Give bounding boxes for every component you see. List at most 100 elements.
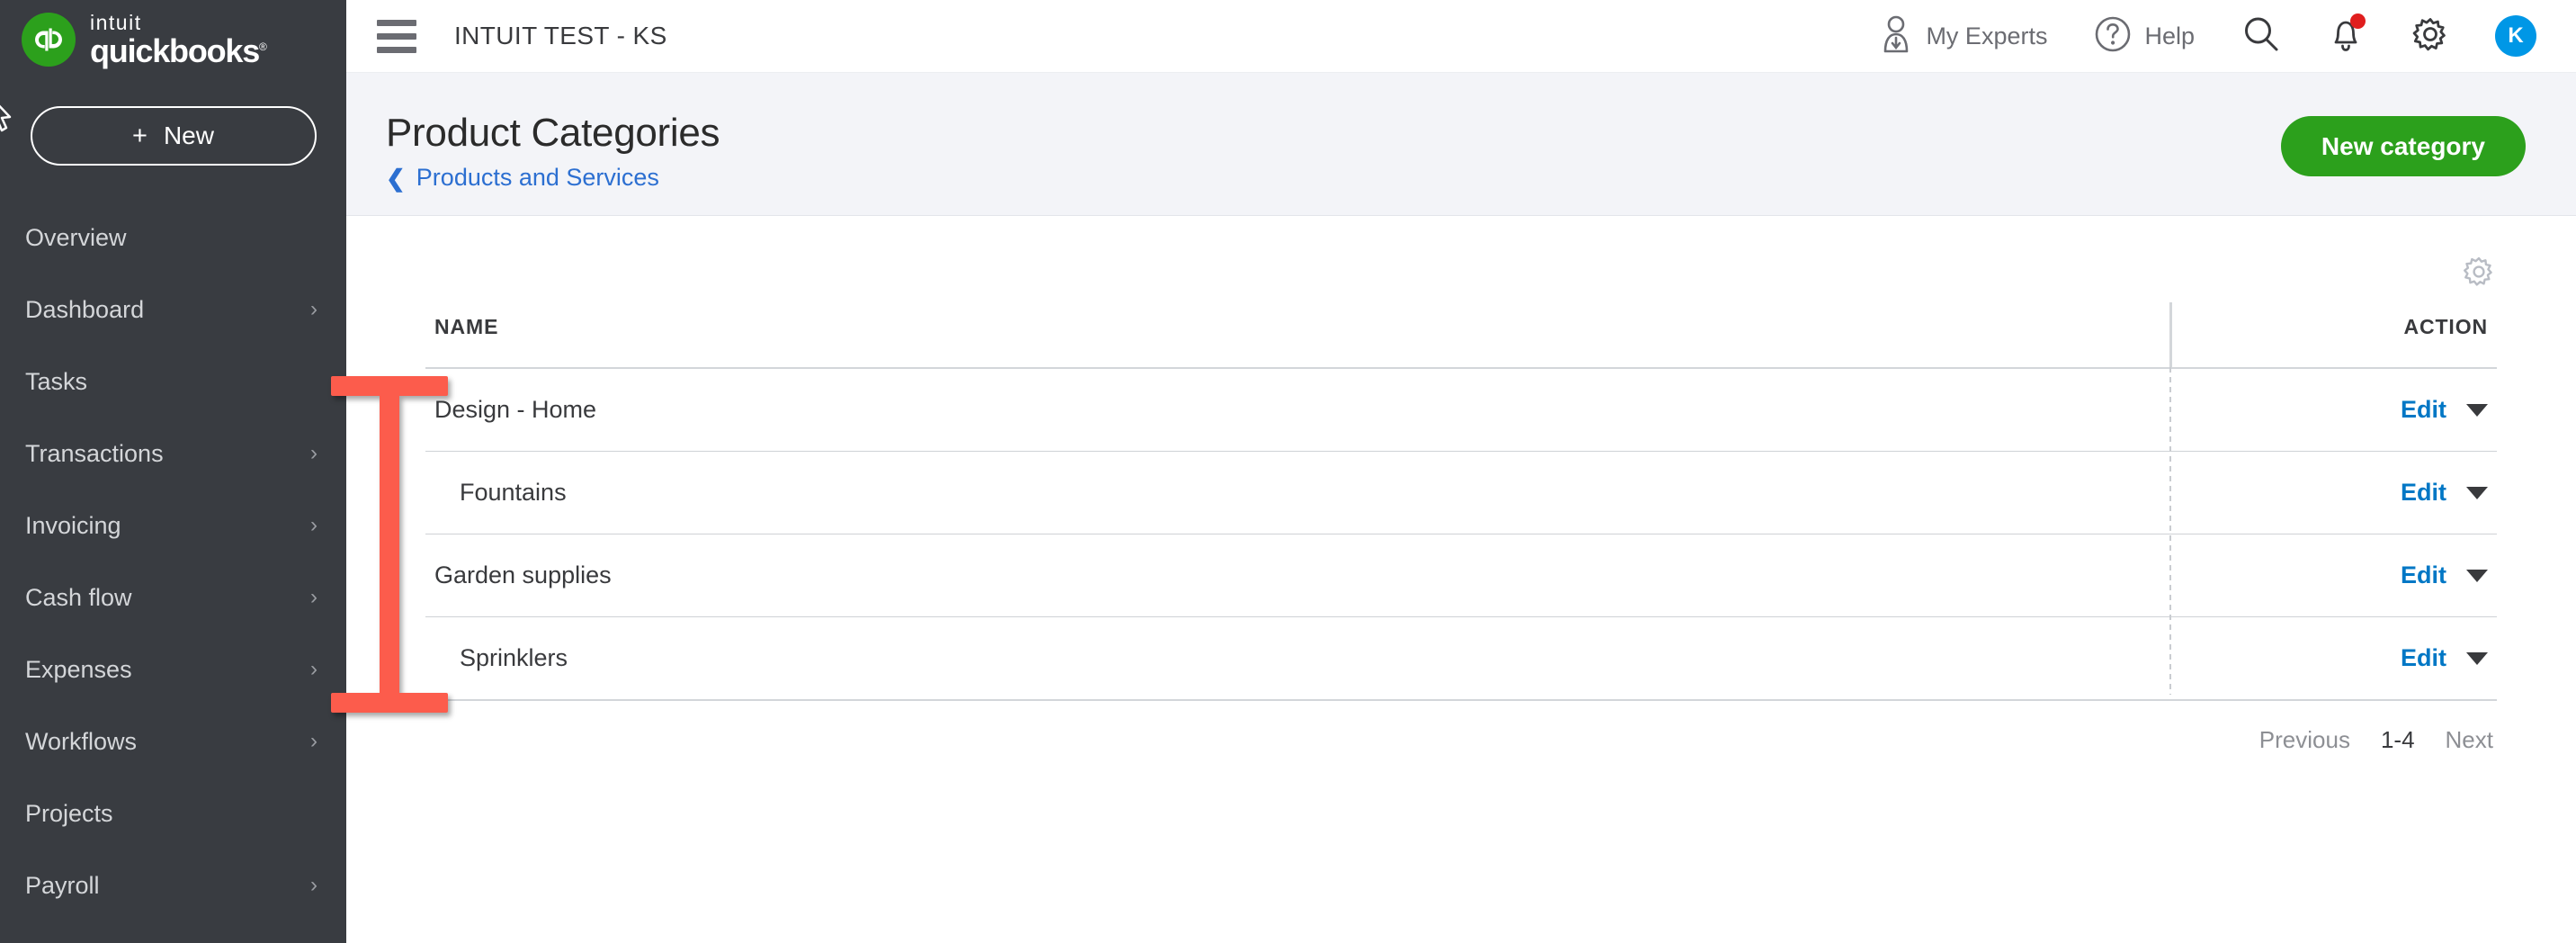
- caret-down-icon[interactable]: [2466, 486, 2488, 499]
- top-bar: INTUIT TEST - KS My Experts Help K: [346, 0, 2576, 73]
- edit-action-group: Edit: [2401, 644, 2488, 672]
- edit-link[interactable]: Edit: [2401, 396, 2446, 424]
- sidebar-item-label: Payroll: [25, 871, 100, 899]
- sidebar-item-transactions[interactable]: Transactions ›: [0, 418, 346, 489]
- category-name: Fountains: [460, 479, 567, 506]
- row-action-cell: Edit: [2169, 479, 2497, 507]
- breadcrumb-products-and-services[interactable]: ❮ Products and Services: [386, 164, 720, 192]
- column-header-action: ACTION: [2403, 315, 2488, 338]
- sidebar-item-label: Expenses: [25, 655, 132, 683]
- sidebar-item-dashboard[interactable]: Dashboard ›: [0, 274, 346, 346]
- category-name-cell: Sprinklers: [425, 644, 2169, 672]
- user-avatar[interactable]: K: [2495, 15, 2536, 57]
- chevron-right-icon: ›: [310, 873, 318, 897]
- sidebar-item-label: Cash flow: [25, 583, 132, 611]
- chevron-right-icon: ›: [310, 585, 318, 609]
- table-toolbar: [346, 216, 2576, 290]
- edit-action-group: Edit: [2401, 396, 2488, 424]
- sidebar-item-label: Tasks: [25, 367, 88, 395]
- sidebar-item-expenses[interactable]: Expenses ›: [0, 633, 346, 705]
- my-experts-label: My Experts: [1926, 22, 2048, 49]
- sidebar-item-payroll[interactable]: Payroll ›: [0, 849, 346, 921]
- sidebar-item-label: Dashboard: [25, 295, 145, 323]
- plus-icon: +: [132, 121, 148, 150]
- sidebar-item-workflows[interactable]: Workflows ›: [0, 705, 346, 777]
- category-name-cell: Design - Home: [425, 396, 2169, 424]
- edit-link[interactable]: Edit: [2401, 561, 2446, 589]
- page-header-text: Product Categories ❮ Products and Servic…: [386, 111, 720, 192]
- chevron-right-icon: ›: [310, 513, 318, 537]
- edit-action-group: Edit: [2401, 479, 2488, 507]
- sidebar-item-invoicing[interactable]: Invoicing ›: [0, 489, 346, 561]
- table-header-row: NAME ACTION: [425, 302, 2497, 367]
- mouse-pointer-icon: [0, 95, 14, 139]
- category-name-cell: Fountains: [425, 479, 2169, 507]
- quickbooks-logo[interactable]: intuit quickbooks®: [0, 0, 346, 79]
- column-divider-body: [2169, 367, 2171, 695]
- product-categories-table: NAME ACTION Design - Home Edit Fountains…: [425, 302, 2497, 701]
- hamburger-menu-icon[interactable]: [377, 19, 416, 53]
- qb-circle-icon: [22, 13, 76, 67]
- table-row[interactable]: Design - Home Edit: [425, 369, 2497, 451]
- caret-down-icon[interactable]: [2466, 651, 2488, 665]
- edit-link[interactable]: Edit: [2401, 479, 2446, 507]
- pagination: Previous 1-4 Next: [346, 726, 2493, 754]
- chevron-right-icon: ›: [310, 657, 318, 681]
- company-name: INTUIT TEST - KS: [454, 22, 667, 49]
- row-divider: [425, 699, 2497, 701]
- notifications-button[interactable]: [2304, 13, 2387, 58]
- page-header: Product Categories ❮ Products and Servic…: [346, 73, 2576, 216]
- sidebar-item-projects[interactable]: Projects: [0, 777, 346, 849]
- row-action-cell: Edit: [2169, 644, 2497, 672]
- chevron-right-icon: ›: [310, 441, 318, 465]
- breadcrumb-label: Products and Services: [416, 164, 659, 191]
- table-row[interactable]: Garden supplies Edit: [425, 534, 2497, 616]
- search-button[interactable]: [2218, 14, 2304, 58]
- gear-icon: [2411, 14, 2450, 58]
- category-name: Design - Home: [434, 396, 597, 423]
- sidebar-item-label: Invoicing: [25, 511, 121, 539]
- pagination-previous[interactable]: Previous: [2259, 726, 2350, 754]
- chevron-left-icon: ❮: [386, 164, 406, 192]
- table-row[interactable]: Sprinklers Edit: [425, 617, 2497, 699]
- brand-wordmark: intuit quickbooks®: [90, 10, 267, 67]
- sidebar-item-label: Workflows: [25, 727, 138, 755]
- sidebar-item-label: Projects: [25, 799, 113, 827]
- help-label: Help: [2144, 22, 2195, 49]
- sidebar-item-overview[interactable]: Overview: [0, 202, 346, 274]
- search-icon: [2241, 14, 2281, 58]
- question-circle-icon: [2094, 15, 2132, 58]
- edit-link[interactable]: Edit: [2401, 644, 2446, 672]
- new-category-button[interactable]: New category: [2280, 116, 2526, 176]
- pagination-next[interactable]: Next: [2446, 726, 2493, 754]
- category-name: Sprinklers: [460, 644, 568, 671]
- category-name: Garden supplies: [434, 561, 612, 588]
- help-button[interactable]: Help: [2071, 15, 2218, 58]
- chevron-right-icon: ›: [310, 297, 318, 321]
- my-experts-button[interactable]: My Experts: [1856, 14, 2071, 58]
- notification-badge-dot: [2350, 13, 2366, 29]
- sidebar-item-label: Transactions: [25, 439, 164, 467]
- table-settings-gear-icon[interactable]: [2461, 254, 2497, 290]
- bell-icon: [2328, 13, 2366, 58]
- page-title: Product Categories: [386, 111, 720, 155]
- caret-down-icon[interactable]: [2466, 403, 2488, 417]
- sidebar-item-label: Overview: [25, 223, 127, 251]
- table-row[interactable]: Fountains Edit: [425, 452, 2497, 534]
- pagination-range: 1-4: [2380, 726, 2415, 753]
- top-bar-actions: My Experts Help K: [1856, 13, 2576, 58]
- sidebar-item-tasks[interactable]: Tasks: [0, 346, 346, 418]
- column-header-name: NAME: [434, 315, 499, 338]
- person-icon: [1879, 14, 1913, 58]
- new-button[interactable]: + New: [30, 106, 317, 166]
- edit-action-group: Edit: [2401, 561, 2488, 589]
- intuit-word: intuit: [90, 10, 142, 34]
- sidebar-item-cash-flow[interactable]: Cash flow ›: [0, 561, 346, 633]
- column-divider-header: [2169, 302, 2172, 367]
- caret-down-icon[interactable]: [2466, 569, 2488, 582]
- settings-button[interactable]: [2387, 14, 2473, 58]
- row-action-cell: Edit: [2169, 561, 2497, 589]
- row-action-cell: Edit: [2169, 396, 2497, 424]
- main-content: NAME ACTION Design - Home Edit Fountains…: [346, 216, 2576, 943]
- category-name-cell: Garden supplies: [425, 561, 2169, 589]
